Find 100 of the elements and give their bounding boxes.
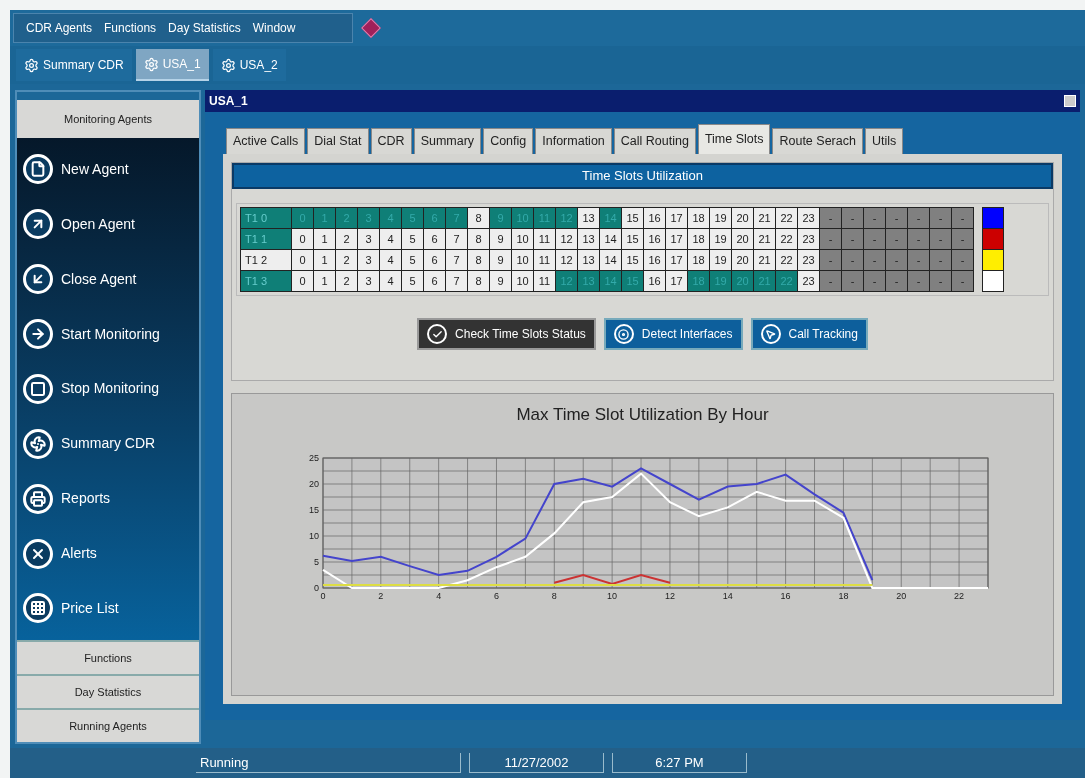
sidebar-item[interactable]: Summary CDR [17,428,199,459]
slot-cell: 2 [336,229,357,249]
slot-cell: 0 [292,229,313,249]
slot-cell: 14 [600,229,621,249]
menu-item[interactable]: Window [252,19,296,37]
tab[interactable]: Route Serach [772,128,863,154]
y-tick-label: 20 [308,478,319,489]
slot-cell: 9 [490,250,511,270]
slot-cell: 12 [556,229,577,249]
slot-cell: 10 [512,229,533,249]
menu-item[interactable]: CDR Agents [26,19,93,37]
y-tick-label: 0 [313,582,319,593]
unused-slot-cell: - [864,229,885,249]
unused-slot-cell: - [886,250,907,270]
window-title: USA_1 [209,93,248,110]
status-time: 6:27 PM [612,752,747,774]
slot-cell: 5 [402,250,423,270]
slot-cell: 20 [732,250,753,270]
unused-slot-cell: - [864,271,885,291]
slot-cell: 5 [402,271,423,291]
sidebar-item[interactable]: Close Agent [17,264,199,295]
slot-cell: 11 [534,229,555,249]
sidebar-item[interactable]: New Agent [17,154,199,185]
menu-item[interactable]: Day Statistics [168,19,241,37]
section-title: Time Slots Utilization [232,163,1053,189]
close-icon[interactable] [1064,95,1076,107]
tab[interactable]: Dial Stat [307,128,369,154]
y-tick-label: 5 [313,556,319,567]
slot-cell: 23 [798,250,819,270]
trunk-label-cell: T1 3 [241,271,291,291]
fan-icon [23,428,53,459]
unused-slot-cell: - [842,271,863,291]
slot-cell: 23 [798,229,819,249]
slot-cell: 16 [644,208,665,228]
unused-slot-cell: - [908,208,929,228]
tab[interactable]: Information [535,128,612,154]
unused-slot-cell: - [952,208,973,228]
slot-cell: 16 [644,271,665,291]
action-button[interactable]: Detect Interfaces [603,318,743,350]
slot-cell: 7 [446,271,467,291]
slot-cell: 3 [358,271,379,291]
page-icon [23,154,53,185]
unused-slot-cell: - [908,250,929,270]
slot-cell: 18 [688,208,709,228]
tab[interactable]: Active Calls [226,128,306,154]
arrow-right-icon [23,319,53,350]
unused-slot-cell: - [864,250,885,270]
slot-cell: 7 [446,229,467,249]
check-icon [427,324,448,344]
sidebar-section-button[interactable]: Day Statistics [17,674,199,708]
toolbar-tab[interactable]: USA_2 [212,49,286,81]
action-button[interactable]: Call Tracking [750,318,868,350]
slot-cell: 1 [314,229,335,249]
sidebar-item[interactable]: Alerts [17,538,199,569]
action-button[interactable]: Check Time Slots Status [417,318,596,350]
status-date: 11/27/2002 [469,752,604,774]
unused-slot-cell: - [930,229,951,249]
slot-cell: 17 [666,229,687,249]
sidebar-section-button[interactable]: Functions [17,640,199,674]
slot-cell: 13 [578,229,599,249]
tab[interactable]: Utils [864,128,904,154]
tab[interactable]: Config [483,128,534,154]
x-tick-label: 18 [837,590,848,601]
sidebar-item[interactable]: Open Agent [17,209,199,240]
y-tick-label: 15 [308,504,319,515]
slot-cell: 15 [622,229,643,249]
unused-slot-cell: - [842,229,863,249]
sidebar-item[interactable]: Price List [17,593,199,624]
sidebar-item[interactable]: Stop Monitoring [17,373,199,404]
tab[interactable]: CDR [370,128,412,154]
x-tick-label: 4 [435,590,441,601]
slot-cell: 20 [732,229,753,249]
unused-slot-cell: - [820,208,841,228]
slot-cell: 3 [358,229,379,249]
tab[interactable]: Time Slots [697,124,771,154]
sidebar-item[interactable]: Reports [17,483,199,514]
slot-cell: 17 [666,250,687,270]
slot-cell: 18 [688,250,709,270]
trunk-label-cell: T1 0 [241,208,291,228]
sidebar-section-button[interactable]: Running Agents [17,708,199,742]
slot-cell: 10 [512,250,533,270]
slot-cell: 9 [490,271,511,291]
x-icon [23,538,53,569]
unused-slot-cell: - [908,229,929,249]
tab[interactable]: Summary [413,128,482,154]
arrow-up-right-icon [23,209,53,240]
slot-cell: 8 [468,229,489,249]
toolbar-tab[interactable]: Summary CDR [16,49,132,81]
slot-cell: 20 [732,208,753,228]
x-tick-label: 12 [664,590,675,601]
sidebar-header[interactable]: Monitoring Agents [17,100,199,138]
slot-cell: 4 [380,250,401,270]
square-icon [23,373,53,404]
sidebar-item[interactable]: Start Monitoring [17,319,199,350]
status-text: Running [196,752,461,774]
trunk-label-cell: T1 1 [241,229,291,249]
slot-cell: 21 [754,208,775,228]
menu-item[interactable]: Functions [104,19,157,37]
slot-cell: 22 [776,250,797,270]
tab[interactable]: Call Routing [613,128,696,154]
